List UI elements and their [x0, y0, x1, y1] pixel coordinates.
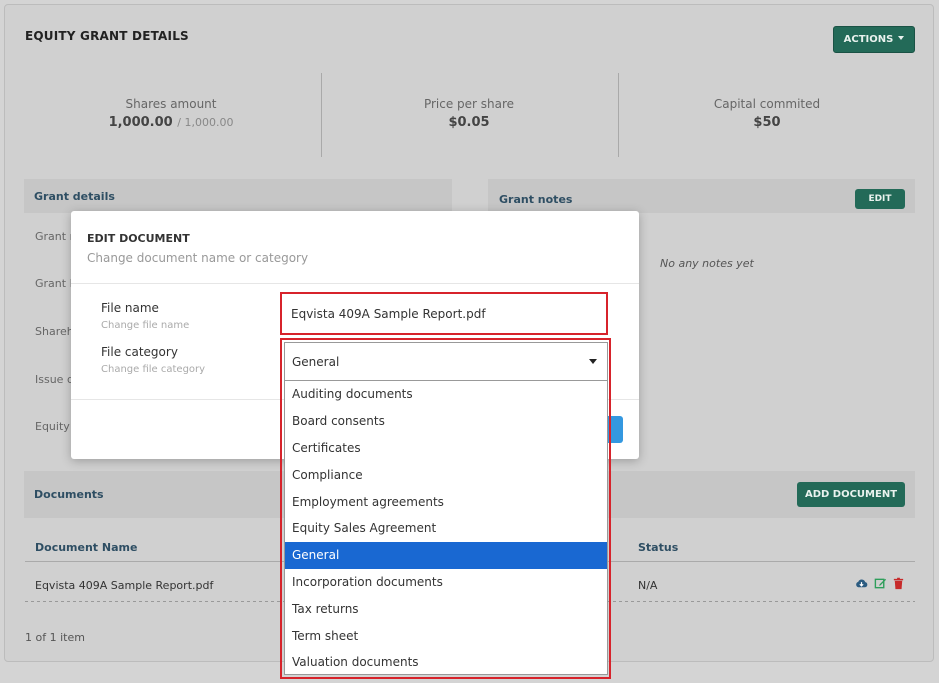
- file-category-highlight: [280, 338, 611, 679]
- file-name-help: Change file name: [101, 320, 190, 331]
- document-status-cell: N/A: [638, 579, 658, 592]
- column-document-name: Document Name: [35, 541, 138, 554]
- stat-label: Capital commited: [713, 97, 821, 111]
- modal-subtitle: Change document name or category: [87, 251, 309, 265]
- actions-label: ACTIONS: [843, 34, 894, 45]
- document-name-cell: Eqvista 409A Sample Report.pdf: [35, 579, 214, 592]
- stat-label: Price per share: [423, 97, 515, 111]
- file-category-help: Change file category: [101, 364, 206, 375]
- file-name-label: File name: [101, 301, 159, 315]
- grant-details-heading: Grant details: [24, 179, 452, 213]
- add-document-button[interactable]: ADD DOCUMENT: [797, 482, 905, 507]
- file-category-label: File category: [101, 345, 178, 359]
- cloud-download-icon[interactable]: [855, 577, 868, 590]
- grant-detail-label: Equity: [35, 420, 70, 433]
- trash-icon[interactable]: [892, 577, 905, 590]
- page-title: EQUITY GRANT DETAILS: [25, 29, 189, 43]
- edit-icon[interactable]: [874, 577, 887, 590]
- grant-detail-label: Grant I: [35, 277, 73, 290]
- modal-divider: [71, 283, 639, 284]
- pager-text: 1 of 1 item: [25, 631, 85, 644]
- actions-button[interactable]: ACTIONS: [833, 26, 915, 53]
- stat-price-per-share: Price per share $0.05: [321, 97, 617, 130]
- grant-detail-label: Shareh: [35, 325, 74, 338]
- edit-notes-button[interactable]: EDIT: [855, 189, 905, 209]
- empty-notes-text: No any notes yet: [660, 257, 754, 270]
- stat-capital-committed: Capital commited $50: [619, 97, 915, 130]
- grant-notes-heading: Grant notes: [488, 179, 915, 213]
- column-status: Status: [638, 541, 679, 554]
- stat-shares-amount: Shares amount 1,000.00 / 1,000.00: [23, 97, 319, 130]
- stat-value: $0.05: [448, 115, 490, 130]
- stat-sub-value: / 1,000.00: [177, 116, 234, 129]
- grant-detail-label: Issue d: [35, 373, 74, 386]
- modal-title: EDIT DOCUMENT: [87, 232, 190, 245]
- stat-label: Shares amount: [125, 97, 217, 111]
- stat-value: 1,000.00 / 1,000.00: [108, 115, 234, 130]
- caret-down-icon: [898, 35, 905, 40]
- file-name-highlight: [280, 292, 608, 335]
- stat-value: $50: [753, 115, 781, 130]
